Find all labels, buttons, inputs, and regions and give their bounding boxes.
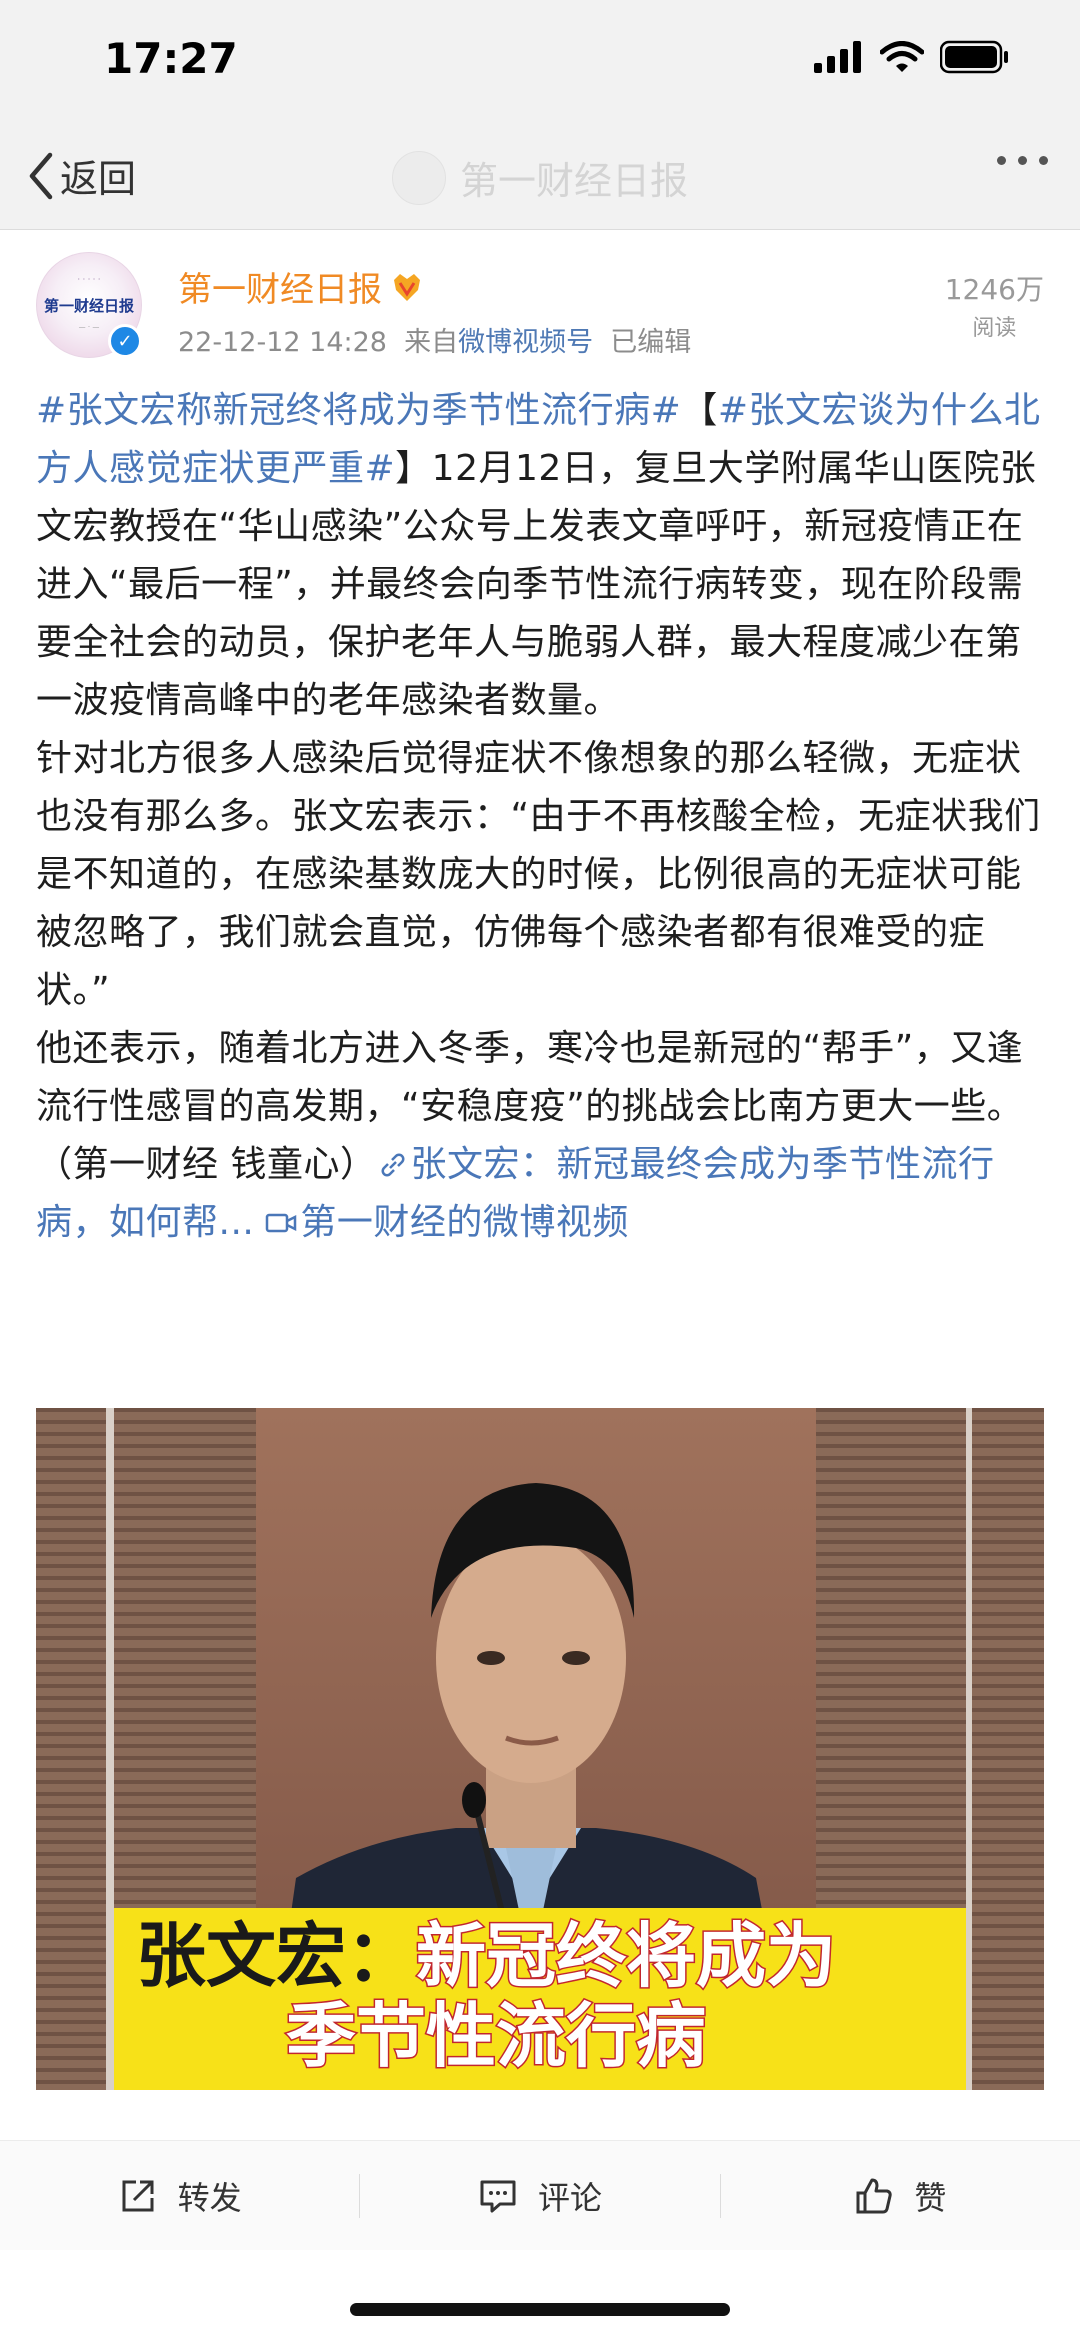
topic-tag-link[interactable]: #张文宏称新冠终将成为季节性流行病#	[36, 390, 681, 431]
nav-title-text: 第一财经日报	[459, 159, 689, 203]
source-link[interactable]: 微博视频号	[458, 327, 593, 358]
video-caption-line2: 季节性流行病	[285, 1995, 708, 2078]
source-prefix: 来自	[404, 327, 459, 358]
back-label: 返回	[60, 157, 137, 201]
video-icon	[266, 1213, 297, 1233]
signal-icon	[814, 41, 861, 73]
repost-label: 转发	[177, 2178, 242, 2217]
paragraph-2: 针对北方很多人感染后觉得症状不像想象的那么轻微，无症状也没有那么多。张文宏表示：…	[36, 738, 1041, 1011]
video-caption: 张文宏：新冠终将成为 季节性流行病	[136, 1915, 838, 2078]
like-label: 赞	[914, 2178, 947, 2217]
video-player[interactable]: 张文宏：新冠终将成为 季节性流行病	[36, 1408, 1044, 2090]
like-button[interactable]: 赞	[721, 2173, 1080, 2219]
video-caption-name: 张文宏：	[136, 1915, 416, 1997]
post-body: #张文宏称新冠终将成为季节性流行病#【#张文宏谈为什么北方人感觉症状更严重#】1…	[36, 382, 1046, 1252]
thumbs-up-icon	[856, 2178, 892, 2213]
post-timestamp: 22-12-12 14:28	[178, 327, 387, 358]
action-bar: 转发 评论 赞	[0, 2140, 1080, 2250]
read-count: 1246万 阅读	[945, 268, 1044, 342]
battery-icon	[940, 40, 1008, 74]
paragraph-3: 他还表示，随着北方进入冬季，寒冷也是新冠的“帮手”，又逢流行性感冒的高发期，“安…	[36, 1028, 1024, 1243]
video-link[interactable]: 第一财经的微博视频	[254, 1202, 629, 1243]
chevron-left-icon	[29, 152, 53, 199]
edited-label[interactable]: 已编辑	[610, 327, 691, 358]
more-options-icon[interactable]	[997, 156, 1048, 165]
comment-icon	[480, 2180, 516, 2212]
link-icon	[381, 1153, 405, 1177]
wifi-icon	[880, 41, 924, 72]
repost-icon	[122, 2180, 154, 2211]
comment-button[interactable]: 评论	[360, 2173, 719, 2219]
post-header: · · · · · 第一财经日报 — · — ✓ 第一财经日报 22-12-12…	[36, 250, 1044, 370]
post-meta: 22-12-12 14:28 来自微博视频号 已编辑	[178, 320, 691, 359]
video-caption-line1: 新冠终将成为	[415, 1915, 838, 1998]
nav-title: 第一财经日报	[391, 150, 689, 205]
home-indicator	[350, 2303, 730, 2316]
repost-button[interactable]: 转发	[0, 2173, 359, 2219]
read-count-label: 阅读	[972, 316, 1017, 341]
nav-bar: 返回 第一财经日报	[0, 120, 1080, 230]
avatar-logo-text: 第一财经日报	[43, 297, 134, 315]
verified-badge-icon: ✓	[108, 324, 142, 358]
back-button[interactable]: 返回	[26, 148, 136, 203]
status-bar: 17:27	[0, 0, 1080, 120]
nav-avatar	[391, 150, 446, 205]
comment-label: 评论	[537, 2178, 602, 2217]
author-name[interactable]: 第一财经日报	[178, 262, 424, 311]
member-badge-icon	[394, 273, 420, 301]
status-icons	[814, 40, 1010, 74]
read-count-number: 1246万	[944, 273, 1044, 306]
status-time: 17:27	[104, 34, 238, 83]
paragraph-1: #张文宏称新冠终将成为季节性流行病#【#张文宏谈为什么北方人感觉症状更严重#】1…	[36, 390, 1041, 721]
